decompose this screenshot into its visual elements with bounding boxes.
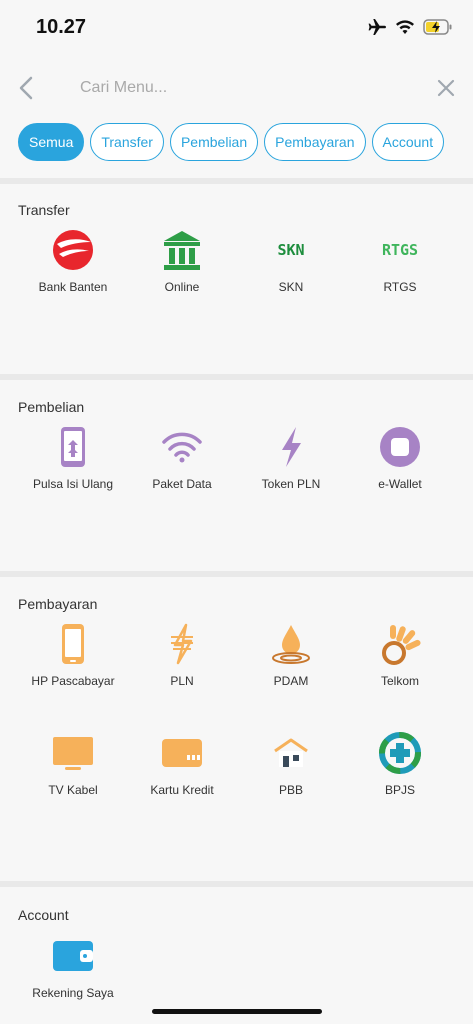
section-title-transfer: Transfer <box>18 202 70 218</box>
lightning-icon <box>269 425 313 469</box>
section-divider <box>0 374 473 380</box>
section-divider <box>0 178 473 184</box>
menu-item-rekening-saya[interactable]: Rekening Saya <box>18 934 128 1014</box>
section-title-pembelian: Pembelian <box>18 399 85 415</box>
status-icons <box>367 18 453 36</box>
menu-item-pulsa-isi-ulang[interactable]: Pulsa Isi Ulang <box>18 425 128 505</box>
menu-item-tv-kabel[interactable]: TV Kabel <box>18 731 128 811</box>
house-icon <box>269 731 313 775</box>
phone-topup-icon <box>51 425 95 469</box>
section-divider <box>0 881 473 887</box>
menu-item-token-pln[interactable]: Token PLN <box>236 425 346 505</box>
wifi-icon <box>160 425 204 469</box>
menu-label: BPJS <box>384 783 415 797</box>
rtgs-icon: RTGS <box>378 228 422 272</box>
menu-item-telkom[interactable]: Telkom <box>345 622 455 702</box>
menu-label: RTGS <box>383 280 417 294</box>
search-bar <box>0 66 473 110</box>
bpjs-icon <box>378 731 422 775</box>
bank-banten-logo-icon <box>51 228 95 272</box>
mobile-phone-icon <box>51 622 95 666</box>
section-divider <box>0 571 473 577</box>
menu-item-pdam[interactable]: PDAM <box>236 622 346 702</box>
menu-item-hp-pascabayar[interactable]: HP Pascabayar <box>18 622 128 702</box>
menu-label: Telkom <box>380 674 419 688</box>
tab-semua[interactable]: Semua <box>18 123 85 161</box>
section-title-account: Account <box>18 907 69 923</box>
home-indicator <box>152 1009 322 1014</box>
menu-item-paket-data[interactable]: Paket Data <box>127 425 237 505</box>
status-time: 10.27 <box>36 16 87 38</box>
tab-transfer[interactable]: Transfer <box>90 123 164 161</box>
menu-item-kartu-kredit[interactable]: Kartu Kredit <box>127 731 237 811</box>
wallet-icon <box>51 934 95 978</box>
tv-icon <box>51 731 95 775</box>
credit-card-icon <box>160 731 204 775</box>
rtgs-icon-text: RTGS <box>381 241 419 259</box>
back-chevron-icon[interactable] <box>14 74 38 102</box>
ewallet-icon <box>378 425 422 469</box>
menu-label: Rekening Saya <box>32 986 114 1000</box>
menu-item-pbb[interactable]: PBB <box>236 731 346 811</box>
menu-item-pln[interactable]: PLN <box>127 622 237 702</box>
airplane-icon <box>368 19 386 35</box>
tab-account[interactable]: Account <box>371 123 445 161</box>
menu-label: e-Wallet <box>378 477 422 491</box>
menu-item-online[interactable]: Online <box>127 228 237 308</box>
battery-charging-icon <box>423 19 452 35</box>
skn-icon-text: SKN <box>277 241 305 259</box>
menu-item-bank-banten[interactable]: Bank Banten <box>18 228 128 308</box>
skn-icon: SKN <box>269 228 313 272</box>
section-title-pembayaran: Pembayaran <box>18 596 98 612</box>
menu-item-e-wallet[interactable]: e-Wallet <box>345 425 455 505</box>
status-bar: 10.27 <box>0 0 473 56</box>
search-input[interactable] <box>80 74 410 102</box>
tab-pembayaran[interactable]: Pembayaran <box>264 123 366 161</box>
bank-building-icon <box>160 228 204 272</box>
close-icon[interactable] <box>434 76 458 100</box>
wifi-status-icon <box>396 20 414 34</box>
filter-tabs: Semua Transfer Pembelian Pembayaran Acco… <box>18 123 445 161</box>
menu-item-bpjs[interactable]: BPJS <box>345 731 455 811</box>
menu-item-skn[interactable]: SKN SKN <box>236 228 346 308</box>
telkom-icon <box>378 622 422 666</box>
menu-item-rtgs[interactable]: RTGS RTGS <box>345 228 455 308</box>
water-drop-icon <box>269 622 313 666</box>
tab-pembelian[interactable]: Pembelian <box>169 123 259 161</box>
pln-icon <box>160 622 204 666</box>
